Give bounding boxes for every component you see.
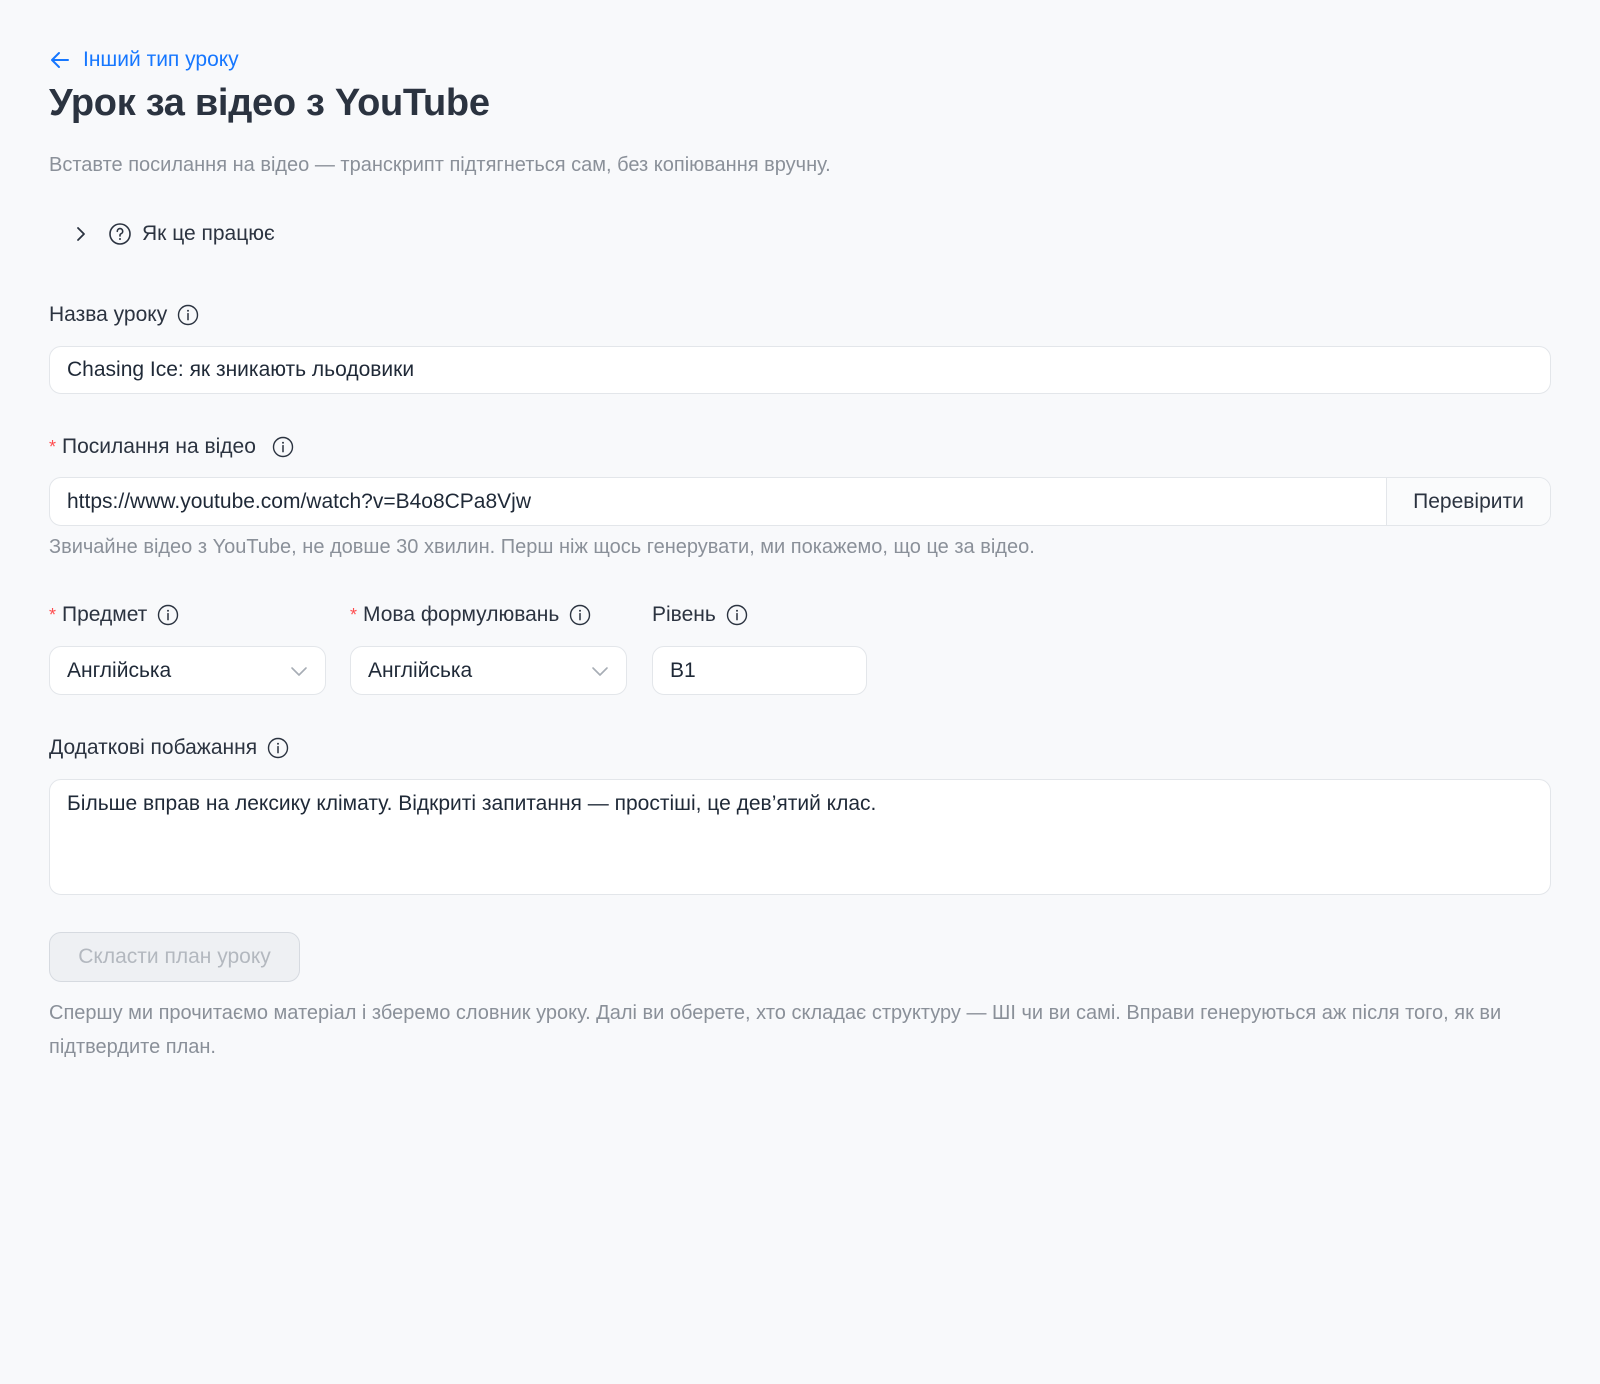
chevron-right-icon [74,226,88,242]
info-icon[interactable] [267,737,289,759]
how-it-works-toggle[interactable]: Як це працює [74,222,275,246]
extra-wishes-value: Більше вправ на лексику клімату. Відкрит… [67,792,877,815]
info-icon[interactable] [726,604,748,626]
subject-value: Англійська [67,658,172,682]
how-it-works-label: Як це працює [142,222,275,245]
lesson-name-input[interactable]: Chasing Ice: як зникають льодовики [49,346,1551,394]
page-title: Урок за відео з YouTube [49,82,490,124]
wording-language-select[interactable]: Англійська [350,646,627,695]
back-link[interactable]: Інший тип уроку [49,48,239,72]
level-input[interactable]: B1 [652,646,867,695]
subject-select[interactable]: Англійська [49,646,326,695]
video-link-input[interactable]: https://www.youtube.com/watch?v=B4o8CPa8… [50,478,1386,525]
video-link-label-text: Посилання на відео [62,435,256,458]
info-icon[interactable] [157,604,179,626]
required-mark: * [49,604,57,625]
info-icon[interactable] [569,604,591,626]
check-button[interactable]: Перевірити [1386,478,1550,525]
question-circle-icon [108,222,132,246]
extra-wishes-label: Додаткові побажання [49,736,289,760]
back-link-label[interactable]: Інший тип уроку [83,48,239,72]
create-plan-button[interactable]: Скласти план уроку [49,932,300,982]
level-label: Рівень [652,603,748,627]
required-mark: * [350,604,358,625]
level-value: B1 [670,658,696,682]
lesson-name-label-text: Назва уроку [49,303,168,326]
arrow-left-icon [51,52,69,68]
create-plan-button-label: Скласти план уроку [78,945,271,968]
video-link-label: * Посилання на відео [49,435,294,459]
wording-language-label-text: Мова формулювань [363,603,560,626]
video-link-input-group: https://www.youtube.com/watch?v=B4o8CPa8… [49,477,1551,526]
subject-label-text: Предмет [62,603,148,626]
page-subtitle: Вставте посилання на відео — транскрипт … [49,154,831,176]
subject-label: * Предмет [49,603,179,627]
info-icon[interactable] [272,436,294,458]
lesson-name-value: Chasing Ice: як зникають льодовики [67,358,415,381]
wording-language-label: * Мова формулювань [350,603,591,627]
level-label-text: Рівень [652,603,716,626]
extra-wishes-label-text: Додаткові побажання [49,736,258,759]
wording-language-value: Англійська [368,658,473,682]
required-mark: * [49,436,57,457]
video-link-help: Звичайне відео з YouTube, не довше 30 хв… [49,536,1035,558]
extra-wishes-textarea[interactable]: Більше вправ на лексику клімату. Відкрит… [49,779,1551,895]
chevron-down-icon [290,659,308,683]
check-button-label: Перевірити [1413,489,1524,513]
footer-help: Спершу ми прочитаємо матеріал і зберемо … [49,1002,1502,1058]
info-icon[interactable] [177,304,199,326]
chevron-down-icon [591,659,609,683]
video-link-value: https://www.youtube.com/watch?v=B4o8CPa8… [67,489,531,513]
lesson-name-label: Назва уроку [49,303,199,327]
